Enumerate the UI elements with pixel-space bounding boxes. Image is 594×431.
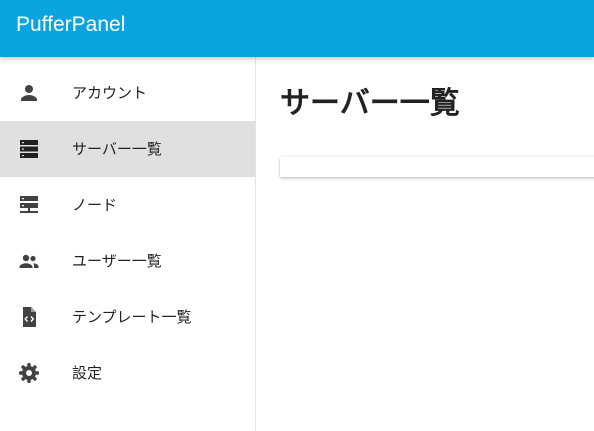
sidebar-item-label: テンプレート一覧 [72, 308, 192, 326]
page-title: サーバー一覧 [280, 86, 460, 121]
sidebar-item-label: ユーザー一覧 [72, 252, 162, 270]
server-list-card [280, 157, 594, 177]
sidebar-item-settings[interactable]: 設定 [0, 345, 255, 401]
app-bar: PufferPanel [0, 0, 594, 57]
sidebar-item-nodes[interactable]: ノード [0, 177, 255, 233]
users-icon [17, 249, 41, 273]
app-title[interactable]: PufferPanel [16, 11, 125, 39]
node-icon [17, 193, 41, 217]
sidebar-item-label: 設定 [72, 364, 103, 382]
server-icon [17, 137, 41, 161]
sidebar-item-label: アカウント [72, 84, 148, 102]
template-file-icon [17, 305, 41, 329]
sidebar-item-users[interactable]: ユーザー一覧 [0, 233, 255, 289]
sidebar-item-label: ノード [72, 196, 118, 214]
sidebar-item-templates[interactable]: テンプレート一覧 [0, 289, 255, 345]
sidebar-item-servers[interactable]: サーバー一覧 [0, 121, 255, 177]
sidebar-item-label: サーバー一覧 [72, 140, 162, 158]
sidebar: アカウント サーバー一覧 ノード ユーザー一覧 テンプレート一覧 設定 [0, 57, 256, 431]
account-icon [17, 81, 41, 105]
gear-icon [17, 361, 41, 385]
sidebar-item-account[interactable]: アカウント [0, 65, 255, 121]
main-content: サーバー一覧 [256, 57, 594, 431]
